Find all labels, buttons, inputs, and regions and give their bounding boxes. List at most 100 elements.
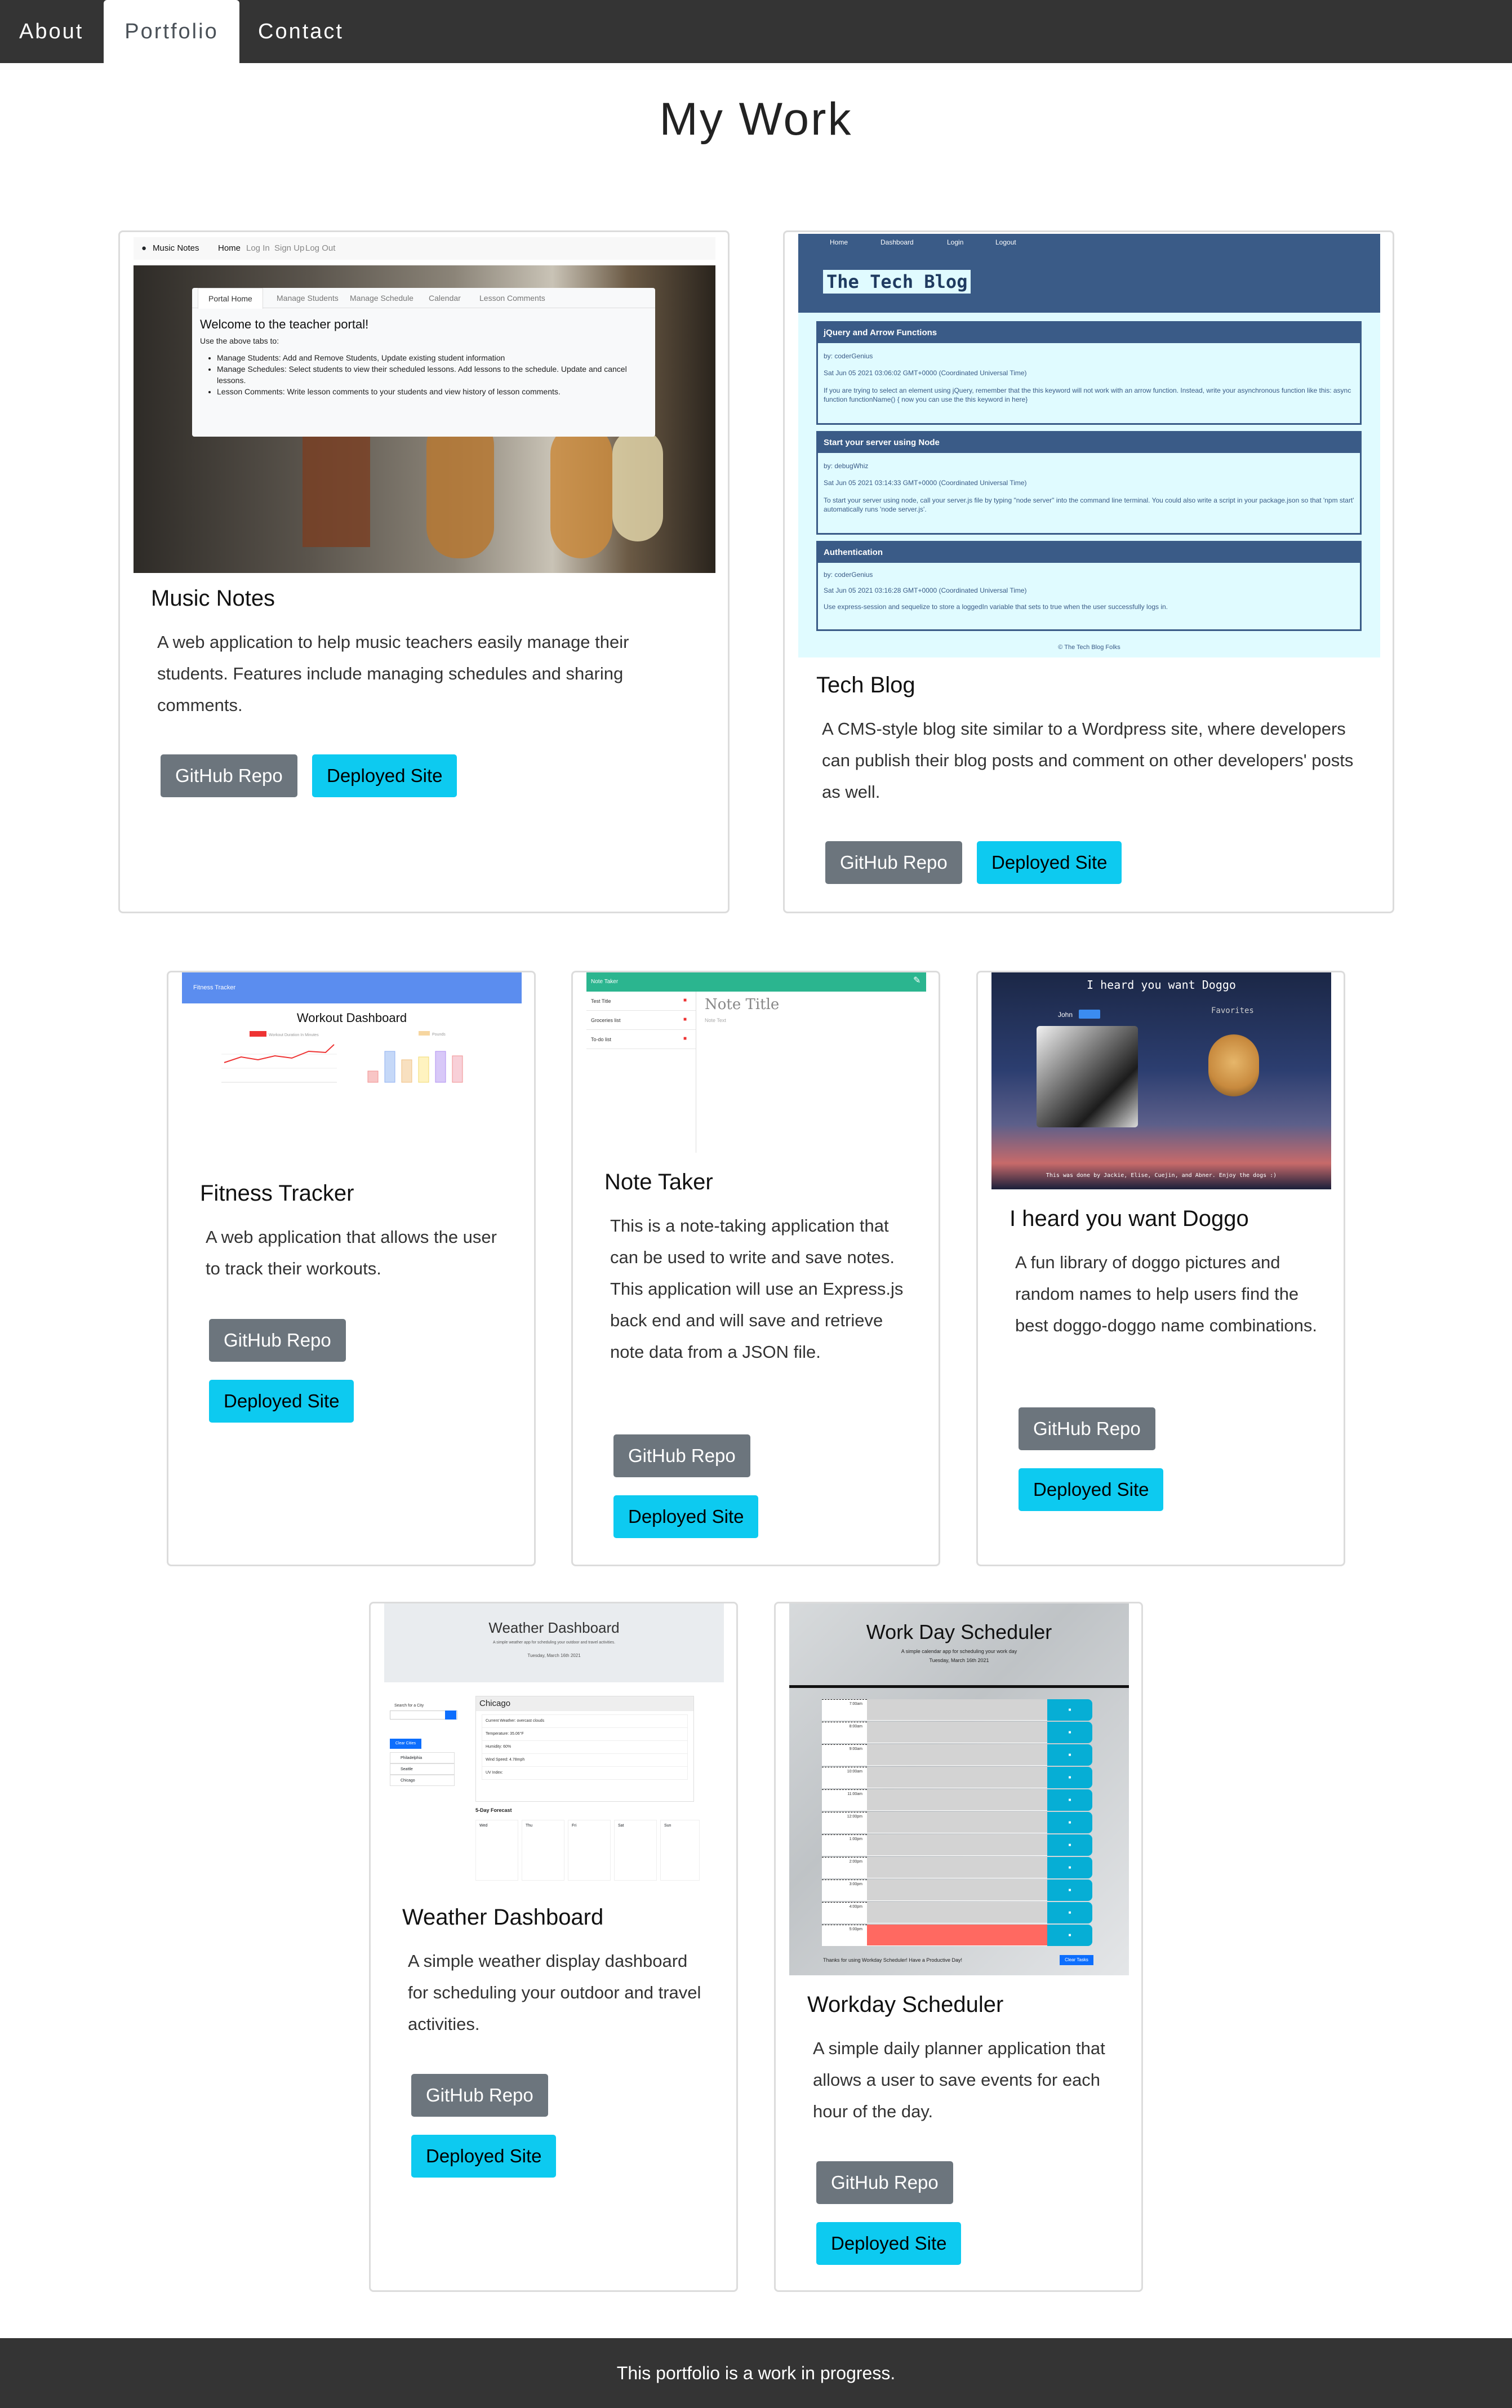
forecast-day: Fri xyxy=(568,1820,611,1881)
card-title: Music Notes xyxy=(151,586,275,611)
github-repo-button[interactable]: GitHub Repo xyxy=(1019,1407,1155,1450)
city-name: Chicago xyxy=(476,1696,693,1711)
event-textarea xyxy=(867,1812,1047,1833)
github-repo-button[interactable]: GitHub Repo xyxy=(816,2161,953,2204)
deployed-site-button[interactable]: Deployed Site xyxy=(411,2135,557,2178)
preview-subtitle: A simple weather app for scheduling your… xyxy=(492,1641,616,1645)
card-title: I heard you want Doggo xyxy=(1010,1206,1249,1231)
hour-row: 1:00pm ■ xyxy=(822,1834,1120,1856)
hour-row: 10:00am ■ xyxy=(822,1767,1120,1788)
weather-line: UV Index: xyxy=(486,1771,503,1775)
event-textarea xyxy=(867,1880,1047,1901)
preview-brand: Note Taker xyxy=(586,972,926,992)
card-description: A simple weather display dashboard for s… xyxy=(408,1951,701,2034)
forecast-day: Wed xyxy=(475,1820,518,1881)
event-textarea xyxy=(867,1744,1047,1766)
github-repo-button[interactable]: GitHub Repo xyxy=(825,841,962,884)
weather-line: Current Weather: overcast clouds xyxy=(482,1715,687,1728)
card-description: A fun library of doggo pictures and rand… xyxy=(1015,1252,1317,1335)
preview-bullet: Lesson Comments: Write lesson comments t… xyxy=(217,386,645,397)
save-icon: ■ xyxy=(1047,1699,1092,1721)
deployed-site-button[interactable]: Deployed Site xyxy=(1019,1468,1164,1511)
nav-link-portfolio[interactable]: Portfolio xyxy=(104,0,239,63)
preview-tab: Lesson Comments xyxy=(479,294,545,303)
post-date: Sat Jun 05 2021 03:06:02 GMT+0000 (Coord… xyxy=(824,369,1027,377)
page-footer: This portfolio is a work in progress. xyxy=(0,2338,1512,2408)
current-weather-panel: Chicago Current Weather: overcast clouds… xyxy=(475,1696,694,1802)
event-textarea xyxy=(867,1789,1047,1811)
preview-bottom-text: Thanks for using Workday Scheduler! Have… xyxy=(823,1957,962,1963)
svg-text:Workout Duration In Minutes: Workout Duration In Minutes xyxy=(269,1033,319,1037)
tech-blog-screenshot[interactable]: Home Dashboard Login Logout The Tech Blo… xyxy=(798,234,1380,657)
border-collie-photo xyxy=(1037,1026,1138,1127)
save-icon: ■ xyxy=(1047,1834,1092,1856)
blog-post: jQuery and Arrow Functions by: coderGeni… xyxy=(816,321,1362,425)
save-icon: ■ xyxy=(1047,1857,1092,1878)
fitness-tracker-screenshot[interactable]: Fitness Tracker Workout Dashboard Workou… xyxy=(182,972,522,1102)
preview-bullet: Manage Schedules: Select students to vie… xyxy=(217,363,645,386)
preview-nav-item: Home xyxy=(218,243,241,253)
github-repo-button[interactable]: GitHub Repo xyxy=(613,1434,750,1477)
blog-post: Authentication by: coderGenius Sat Jun 0… xyxy=(816,541,1362,631)
hour-label: 5:00pm xyxy=(822,1925,867,1946)
forecast-day: Thu xyxy=(522,1820,564,1881)
save-icon: ■ xyxy=(1047,1744,1092,1766)
hour-row: 4:00pm ■ xyxy=(822,1902,1120,1923)
music-notes-logo-icon: ● xyxy=(141,243,147,253)
hour-row: 3:00pm ■ xyxy=(822,1880,1120,1901)
note-text-field: Note Text xyxy=(705,1018,726,1023)
github-repo-button[interactable]: GitHub Repo xyxy=(209,1319,346,1362)
event-textarea xyxy=(867,1925,1047,1946)
doggo-screenshot[interactable]: I heard you want Doggo John Favorites Th… xyxy=(991,972,1331,1189)
deployed-site-button[interactable]: Deployed Site xyxy=(613,1495,759,1538)
hour-rows: 7:00am ■ 8:00am ■ 9:00am ■ 10:00am ■ 11:00am ■ 12:… xyxy=(822,1699,1120,1947)
list-item: Groceries list xyxy=(586,1011,696,1030)
hour-label: 7:00am xyxy=(822,1699,867,1721)
note-taker-screenshot[interactable]: Note Taker ✎ Test Title Groceries list T… xyxy=(586,972,926,1153)
hour-row: 11:00am ■ xyxy=(822,1789,1120,1811)
save-icon: ■ xyxy=(1047,1789,1092,1811)
project-card-tech-blog: Home Dashboard Login Logout The Tech Blo… xyxy=(783,230,1394,913)
hour-label: 3:00pm xyxy=(822,1880,867,1901)
deployed-site-button[interactable]: Deployed Site xyxy=(209,1380,354,1423)
music-notes-screenshot[interactable]: ● Music Notes Home Log In Sign Up Log Ou… xyxy=(134,237,715,573)
nav-link-contact[interactable]: Contact xyxy=(258,0,344,63)
preview-nav-item: Logout xyxy=(995,238,1016,246)
preview-nav-item: Log In xyxy=(246,243,270,253)
preview-nav-item: Sign Up xyxy=(274,243,305,253)
hour-label: 4:00pm xyxy=(822,1902,867,1923)
post-body: Use express-session and sequelize to sto… xyxy=(824,603,1168,611)
github-repo-button[interactable]: GitHub Repo xyxy=(161,754,297,797)
deployed-site-button[interactable]: Deployed Site xyxy=(816,2222,962,2265)
preview-tab: Manage Students xyxy=(277,294,339,303)
preview-footer: © The Tech Blog Folks xyxy=(1058,644,1120,651)
workday-scheduler-screenshot[interactable]: Work Day Scheduler A simple calendar app… xyxy=(789,1603,1129,1975)
project-card-fitness-tracker: Fitness Tracker Workout Dashboard Workou… xyxy=(167,971,536,1566)
save-icon: ■ xyxy=(1047,1767,1092,1788)
search-icon xyxy=(445,1711,456,1720)
post-author: by: coderGenius xyxy=(824,352,873,360)
nav-link-about[interactable]: About xyxy=(19,0,83,63)
github-repo-button[interactable]: GitHub Repo xyxy=(411,2074,548,2117)
save-name-button xyxy=(1079,1010,1100,1019)
weather-dashboard-screenshot[interactable]: Weather Dashboard A simple weather app f… xyxy=(384,1603,724,1885)
project-card-workday-scheduler: Work Day Scheduler A simple calendar app… xyxy=(774,1602,1143,2292)
preview-bullet: Manage Students: Add and Remove Students… xyxy=(217,352,645,363)
deployed-site-button[interactable]: Deployed Site xyxy=(312,754,457,797)
preview-clear-button: Clear Tasks xyxy=(1060,1955,1093,1965)
preview-heading: Work Day Scheduler xyxy=(866,1620,1052,1643)
card-description: This is a note-taking application that c… xyxy=(610,1216,904,1362)
page-title: My Work xyxy=(659,94,853,145)
preview-brand: Fitness Tracker xyxy=(182,972,522,1003)
preview-intro: Use the above tabs to: xyxy=(200,336,279,345)
deployed-site-button[interactable]: Deployed Site xyxy=(977,841,1122,884)
blog-post: Start your server using Node by: debugWh… xyxy=(816,431,1362,535)
card-description: A web application to help music teachers… xyxy=(157,632,629,715)
preview-brand: Music Notes xyxy=(153,243,199,253)
preview-nav-item: Home xyxy=(830,238,848,246)
card-title: Fitness Tracker xyxy=(200,1181,354,1206)
project-card-doggo: I heard you want Doggo John Favorites Th… xyxy=(976,971,1345,1566)
post-date: Sat Jun 05 2021 03:14:33 GMT+0000 (Coord… xyxy=(824,479,1027,487)
preview-clear-button: Clear Cities xyxy=(390,1739,421,1749)
doge-photo xyxy=(1208,1034,1259,1096)
